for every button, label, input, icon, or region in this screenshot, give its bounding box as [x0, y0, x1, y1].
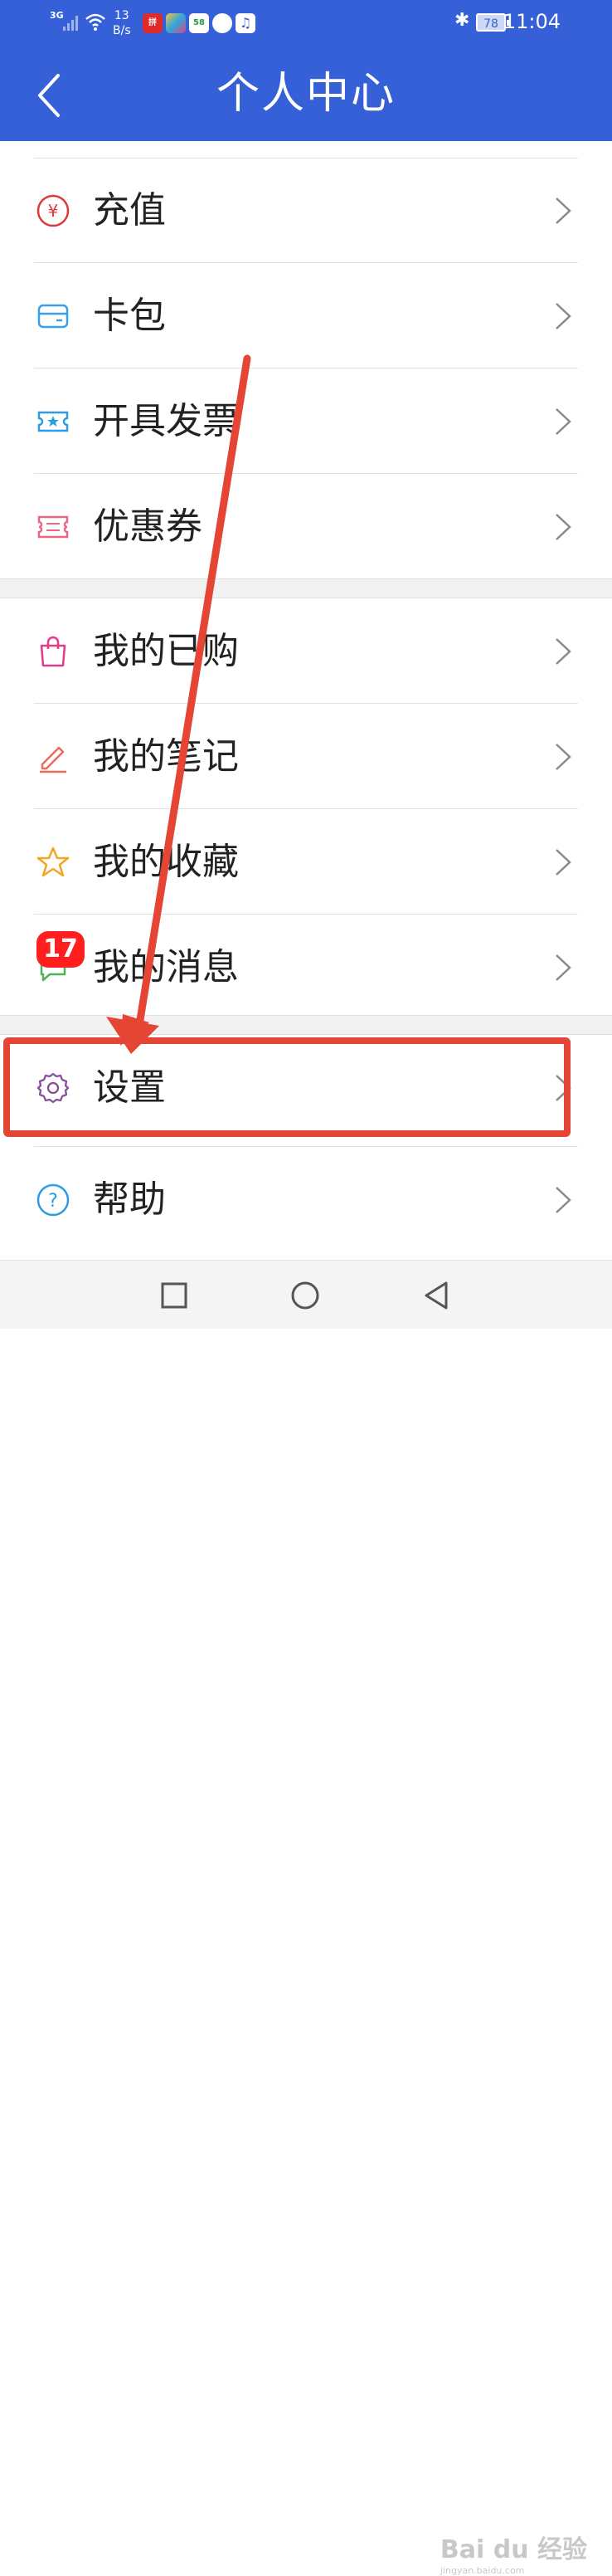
star-icon — [36, 846, 70, 877]
watermark-subtext: jingyan.baidu.com — [440, 2565, 525, 2576]
network-speed-value: 13 — [114, 9, 129, 22]
music-app-icon: ♫ — [236, 13, 255, 33]
chevron-right-icon — [556, 954, 571, 981]
menu-item-label: 我的消息 — [93, 946, 239, 988]
baidu-watermark: Bai du 经验 jingyan.baidu.com — [440, 2529, 587, 2576]
clock: 11:04 — [503, 10, 561, 33]
menu-item-card-wallet[interactable]: 卡包 — [0, 263, 612, 368]
watermark-text: Bai du 经验 — [440, 2535, 587, 2564]
card-icon — [37, 304, 69, 329]
svg-text:¥: ¥ — [48, 201, 59, 221]
battery-indicator: 78 — [476, 13, 509, 32]
menu-item-help[interactable]: ? 帮助 — [0, 1147, 612, 1252]
yuan-circle-icon: ¥ — [36, 194, 70, 227]
menu-item-label: 帮助 — [93, 1178, 166, 1221]
menu-item-purchased[interactable]: 我的已购 — [0, 598, 612, 704]
chevron-right-icon — [556, 514, 571, 540]
menu-item-label: 充值 — [93, 189, 166, 232]
recent-apps-button[interactable] — [156, 1277, 192, 1314]
pencil-icon — [40, 746, 66, 773]
unread-badge: 17 — [36, 931, 85, 968]
menu-item-label: 我的收藏 — [93, 841, 239, 883]
chevron-right-icon — [556, 303, 571, 329]
colorful-app-icon — [166, 13, 186, 33]
white-circle-app-icon — [212, 13, 232, 33]
chevron-right-icon — [556, 849, 571, 876]
shopping-bag-icon — [40, 636, 66, 667]
menu-item-notes[interactable]: 我的笔记 — [0, 704, 612, 809]
ticket-star-icon — [37, 411, 69, 432]
chevron-right-icon — [556, 408, 571, 435]
signal-icon — [63, 16, 78, 31]
menu-item-coupon[interactable]: 优惠券 — [0, 474, 612, 578]
section-separator — [0, 578, 612, 598]
svg-text:?: ? — [48, 1191, 58, 1212]
chevron-right-icon — [556, 744, 571, 770]
app-header: 个人中心 — [0, 46, 612, 141]
section-separator — [0, 1015, 612, 1035]
question-circle-icon: ? — [36, 1183, 70, 1217]
menu-item-label: 我的笔记 — [93, 735, 239, 778]
network-speed-unit: B/s — [113, 24, 131, 37]
highlight-box — [3, 1037, 571, 1137]
pinduoduo-app-icon: 拼 — [143, 13, 163, 33]
menu-item-label: 我的已购 — [93, 630, 239, 672]
menu-item-label: 开具发票 — [93, 400, 239, 442]
status-bar: 3G 13 B/s 拼 58 ♫ ✱ 78 11:04 — [0, 0, 612, 46]
menu-item-messages[interactable]: 17 我的消息 — [0, 915, 612, 1015]
chevron-right-icon — [556, 1187, 571, 1213]
nav-back-button[interactable] — [420, 1277, 456, 1314]
menu-item-favorites[interactable]: 我的收藏 — [0, 809, 612, 915]
menu-item-label: 优惠券 — [93, 505, 202, 548]
chevron-right-icon — [556, 198, 571, 224]
menu-item-label: 卡包 — [93, 295, 166, 337]
page-title: 个人中心 — [216, 69, 396, 119]
58-app-icon: 58 — [189, 13, 209, 33]
chevron-right-icon — [556, 638, 571, 665]
bluetooth-icon: ✱ — [454, 10, 470, 31]
network-speed: 13 B/s — [113, 8, 131, 38]
wifi-icon — [85, 13, 105, 31]
menu-item-invoice[interactable]: 开具发票 — [0, 368, 612, 474]
coupon-icon — [37, 515, 69, 539]
system-nav-bar: Bai du 经验 jingyan.baidu.com — [0, 1260, 612, 2576]
menu-item-recharge[interactable]: ¥ 充值 — [0, 158, 612, 263]
home-button[interactable] — [287, 1277, 323, 1314]
